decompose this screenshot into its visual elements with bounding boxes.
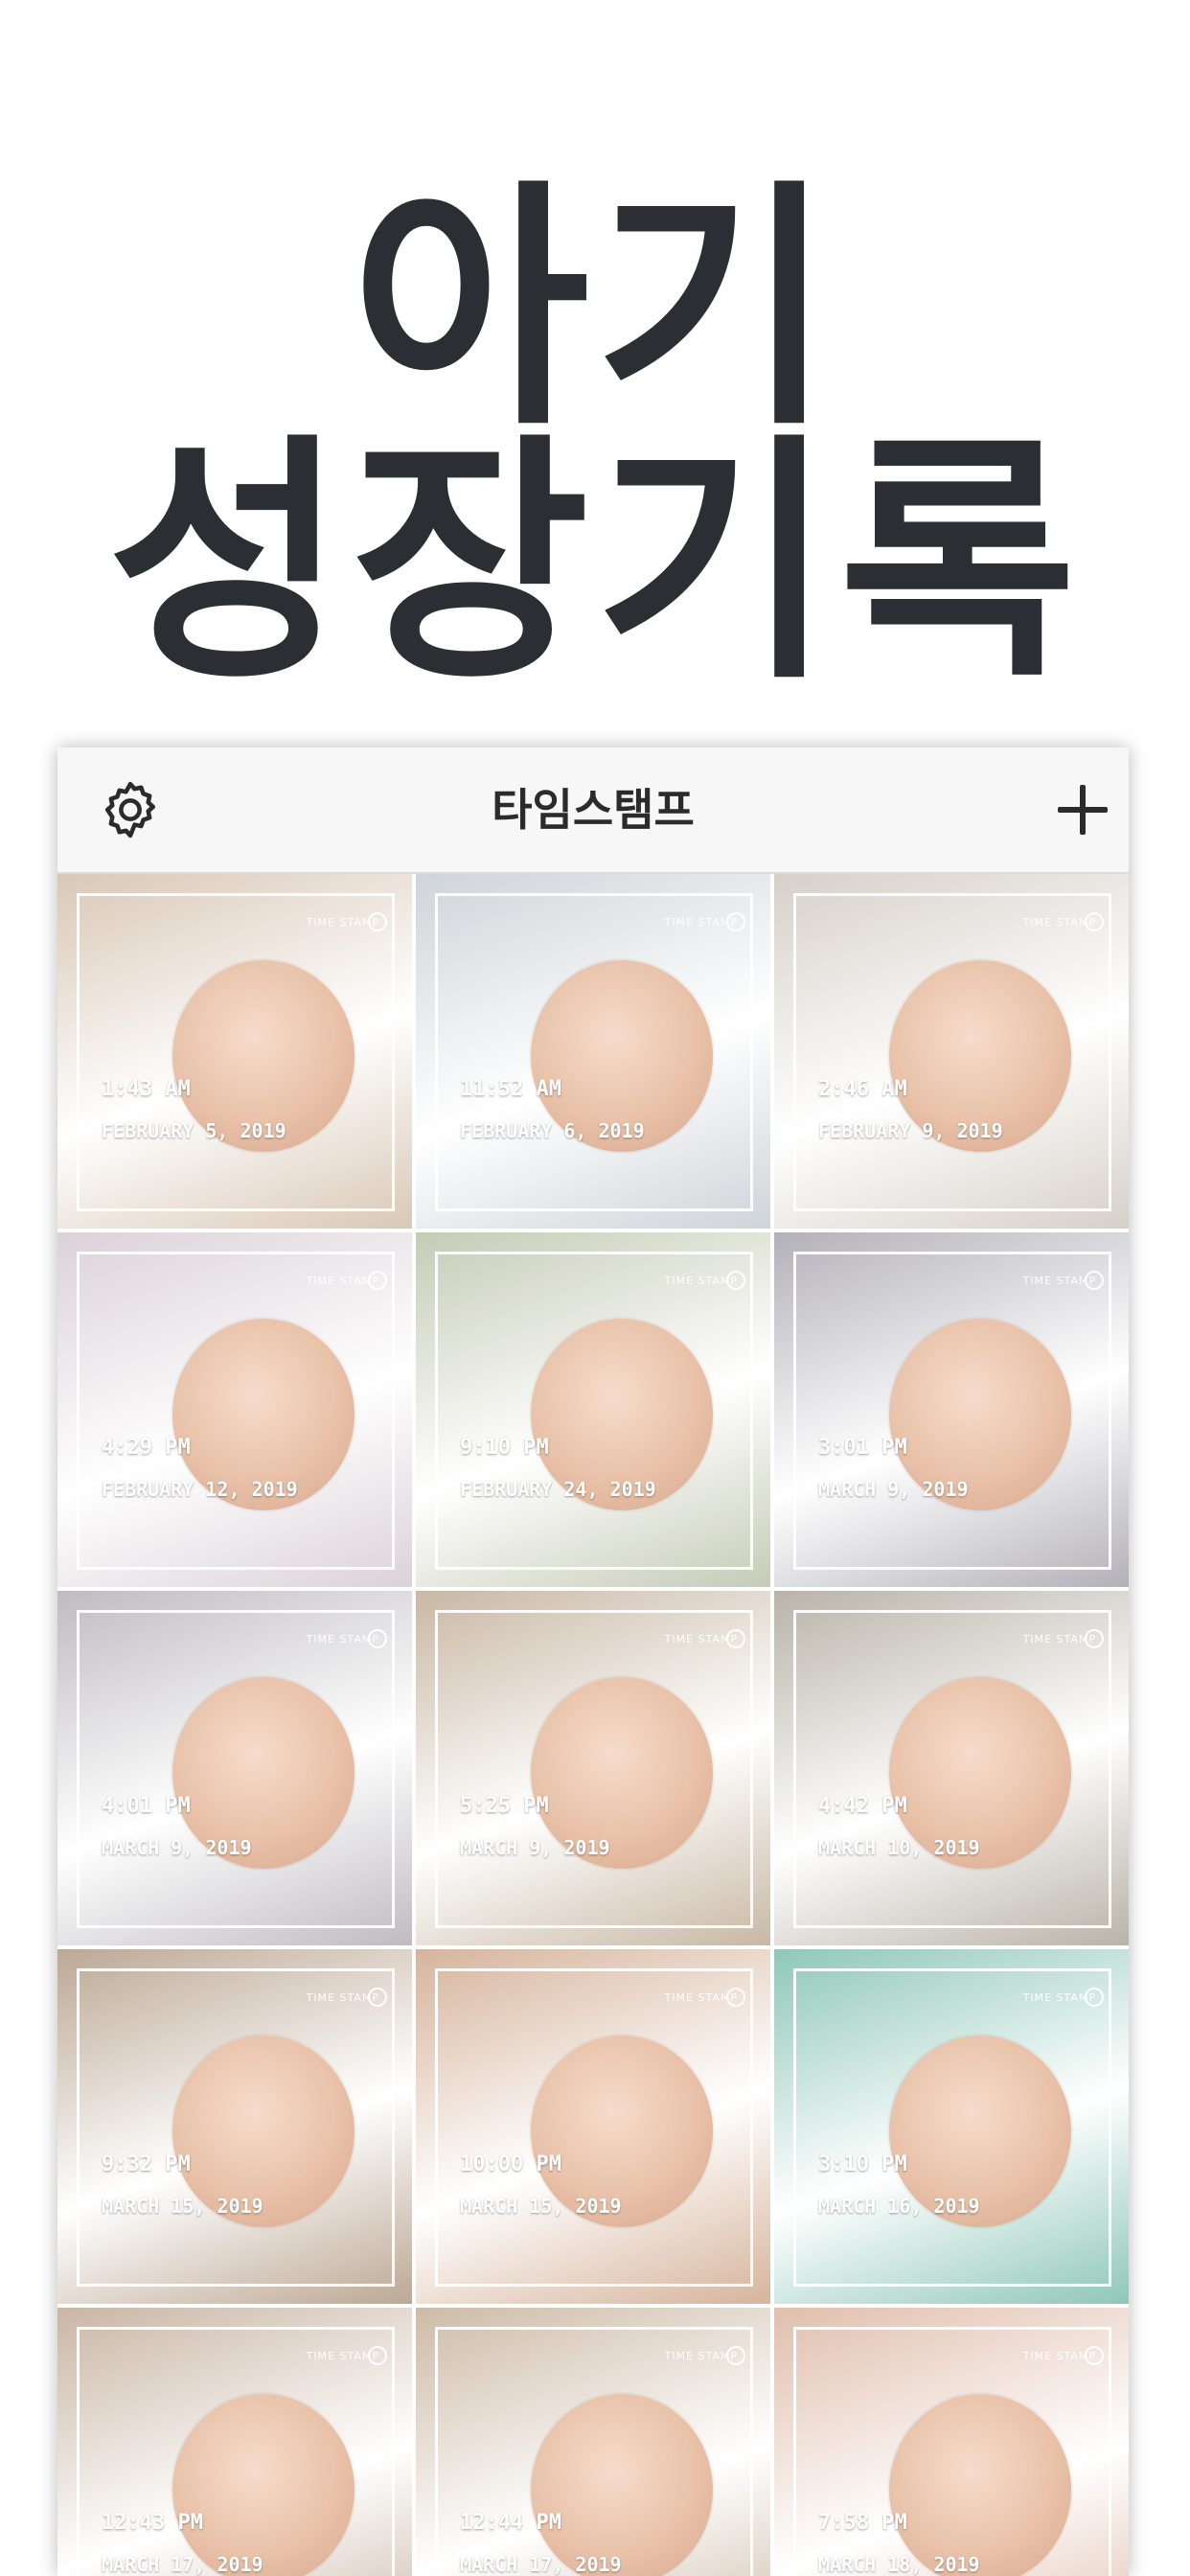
- stamp-logo-icon: [368, 1629, 387, 1648]
- photo-date: FEBRUARY 9, 2019: [818, 1119, 1003, 1142]
- photo-tile[interactable]: TIME STAMP 11:52 AM FEBRUARY 6, 2019: [416, 874, 770, 1229]
- headline-line-2: 성장기록: [107, 412, 1083, 714]
- photo-time: 11:52 AM: [460, 1077, 561, 1101]
- headline: 아기 성장기록: [0, 158, 1190, 714]
- photo-frame: [793, 1968, 1111, 2287]
- stamp-logo-icon: [726, 2346, 745, 2365]
- photo-time: 4:42 PM: [818, 1794, 907, 1818]
- photo-tile[interactable]: TIME STAMP 9:10 PM FEBRUARY 24, 2019: [416, 1232, 770, 1587]
- photo-date: MARCH 9, 2019: [460, 1836, 610, 1859]
- photo-tile[interactable]: TIME STAMP 7:58 PM MARCH 18, 2019: [774, 2308, 1129, 2576]
- photo-date: MARCH 9, 2019: [818, 1478, 969, 1501]
- stamp-logo-icon: [1085, 1271, 1104, 1290]
- photo-tile[interactable]: TIME STAMP 12:44 PM MARCH 17, 2019: [416, 2308, 770, 2576]
- photo-frame: [793, 893, 1111, 1211]
- photo-time: 4:01 PM: [102, 1794, 191, 1818]
- photo-time: 3:01 PM: [818, 1436, 907, 1460]
- photo-tile[interactable]: TIME STAMP 9:32 PM MARCH 15, 2019: [57, 1949, 412, 2304]
- photo-tile[interactable]: TIME STAMP 10:00 PM MARCH 15, 2019: [416, 1949, 770, 2304]
- photo-date: MARCH 15, 2019: [102, 2195, 263, 2218]
- photo-tile[interactable]: TIME STAMP 12:43 PM MARCH 17, 2019: [57, 2308, 412, 2576]
- photo-date: MARCH 15, 2019: [460, 2195, 622, 2218]
- photo-frame: [77, 1968, 395, 2287]
- gear-icon: [104, 781, 156, 839]
- photo-time: 9:10 PM: [460, 1436, 549, 1460]
- photo-frame: [793, 1252, 1111, 1570]
- photo-date: FEBRUARY 12, 2019: [102, 1478, 298, 1501]
- stamp-logo-icon: [726, 1629, 745, 1648]
- photo-date: FEBRUARY 6, 2019: [460, 1119, 645, 1142]
- stamp-logo-icon: [1085, 1988, 1104, 2007]
- photo-tile[interactable]: TIME STAMP 2:46 AM FEBRUARY 9, 2019: [774, 874, 1129, 1229]
- photo-date: MARCH 17, 2019: [460, 2553, 622, 2576]
- photo-date: MARCH 18, 2019: [818, 2553, 980, 2576]
- stamp-logo-icon: [726, 1988, 745, 2007]
- photo-time: 5:25 PM: [460, 1794, 549, 1818]
- photo-frame: [77, 1252, 395, 1570]
- app-screen: 타임스탬프 TIME STAMP 1:43 AM FEBRUARY 5, 2019 T…: [57, 748, 1129, 2576]
- photo-frame: [793, 1610, 1111, 1928]
- photo-frame: [435, 1252, 753, 1570]
- photo-time: 12:44 PM: [460, 2511, 561, 2535]
- photo-date: MARCH 9, 2019: [102, 1836, 252, 1859]
- photo-date: FEBRUARY 5, 2019: [102, 1119, 286, 1142]
- photo-grid: TIME STAMP 1:43 AM FEBRUARY 5, 2019 TIME ST…: [57, 874, 1129, 2576]
- stamp-logo-icon: [1085, 1629, 1104, 1648]
- photo-time: 1:43 AM: [102, 1077, 191, 1101]
- photo-tile[interactable]: TIME STAMP 5:25 PM MARCH 9, 2019: [416, 1591, 770, 1945]
- settings-button[interactable]: [98, 777, 163, 842]
- stamp-logo-icon: [368, 1271, 387, 1290]
- photo-tile[interactable]: TIME STAMP 1:43 AM FEBRUARY 5, 2019: [57, 874, 412, 1229]
- photo-tile[interactable]: TIME STAMP 4:29 PM FEBRUARY 12, 2019: [57, 1232, 412, 1587]
- add-button[interactable]: [1052, 779, 1113, 840]
- photo-frame: [435, 1968, 753, 2287]
- photo-frame: [793, 2327, 1111, 2576]
- photo-frame: [77, 2327, 395, 2576]
- stamp-logo-icon: [1085, 2346, 1104, 2365]
- photo-date: MARCH 16, 2019: [818, 2195, 980, 2218]
- photo-tile[interactable]: TIME STAMP 3:01 PM MARCH 9, 2019: [774, 1232, 1129, 1587]
- photo-tile[interactable]: TIME STAMP 3:10 PM MARCH 16, 2019: [774, 1949, 1129, 2304]
- stamp-logo-icon: [1085, 912, 1104, 932]
- photo-time: 9:32 PM: [102, 2152, 191, 2176]
- photo-frame: [435, 893, 753, 1211]
- photo-time: 4:29 PM: [102, 1436, 191, 1460]
- photo-time: 12:43 PM: [102, 2511, 203, 2535]
- headline-line-1: 아기: [351, 158, 839, 460]
- photo-time: 7:58 PM: [818, 2511, 907, 2535]
- photo-time: 2:46 AM: [818, 1077, 907, 1101]
- app-title: 타임스탬프: [492, 784, 695, 836]
- photo-time: 10:00 PM: [460, 2152, 561, 2176]
- photo-frame: [77, 893, 395, 1211]
- photo-date: MARCH 17, 2019: [102, 2553, 263, 2576]
- stamp-logo-icon: [726, 912, 745, 932]
- photo-frame: [77, 1610, 395, 1928]
- stamp-logo-icon: [368, 2346, 387, 2365]
- stamp-logo-icon: [368, 1988, 387, 2007]
- photo-tile[interactable]: TIME STAMP 4:42 PM MARCH 10, 2019: [774, 1591, 1129, 1945]
- stamp-logo-icon: [726, 1271, 745, 1290]
- photo-tile[interactable]: TIME STAMP 4:01 PM MARCH 9, 2019: [57, 1591, 412, 1945]
- photo-frame: [435, 1610, 753, 1928]
- photo-date: FEBRUARY 24, 2019: [460, 1478, 656, 1501]
- photo-frame: [435, 2327, 753, 2576]
- photo-time: 3:10 PM: [818, 2152, 907, 2176]
- app-bar: 타임스탬프: [57, 748, 1129, 874]
- stamp-logo-icon: [368, 912, 387, 932]
- photo-date: MARCH 10, 2019: [818, 1836, 980, 1859]
